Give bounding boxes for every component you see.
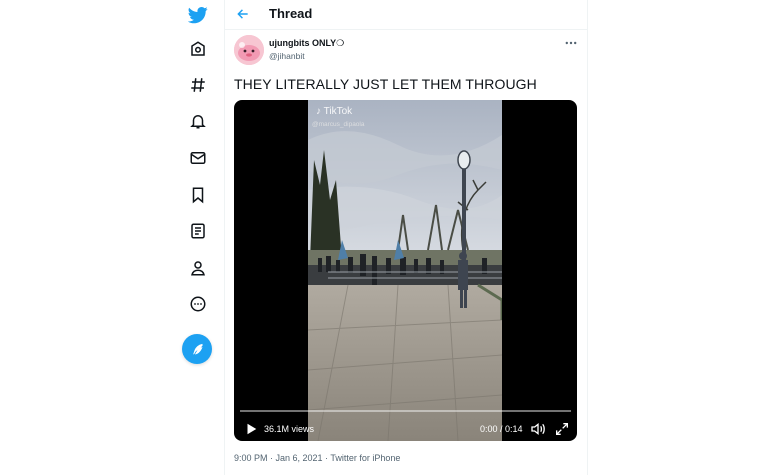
column-divider-right	[587, 0, 588, 475]
thread-header: Thread	[225, 0, 587, 30]
tiktok-note-icon: ♪	[316, 106, 321, 117]
sidebar-nav	[178, 0, 218, 475]
volume-icon[interactable]	[530, 421, 546, 437]
tiktok-watermark: ♪ TikTok	[316, 106, 352, 117]
author-handle[interactable]: @jihanbit	[269, 51, 305, 61]
avatar[interactable]	[234, 35, 264, 65]
tweet-text: THEY LITERALLY JUST LET THEM THROUGH	[234, 76, 537, 92]
home-icon[interactable]	[178, 34, 218, 64]
tweet-meta[interactable]: 9:00 PM · Jan 6, 2021 · Twitter for iPho…	[234, 453, 400, 463]
messages-icon[interactable]	[178, 143, 218, 173]
explore-icon[interactable]	[178, 70, 218, 100]
video-progress-bar[interactable]	[240, 410, 571, 412]
ellipsis-icon	[565, 41, 577, 45]
more-icon[interactable]	[178, 289, 218, 319]
profile-icon[interactable]	[178, 253, 218, 283]
view-count: 36.1M views	[264, 424, 315, 434]
arrow-left-icon	[237, 9, 248, 19]
back-button[interactable]	[233, 5, 253, 23]
video-player[interactable]: ♪ TikTok @marcus_dipaola 36.1M views 0:0…	[234, 100, 577, 441]
notifications-icon[interactable]	[178, 106, 218, 136]
tiktok-handle: @marcus_dipaola	[312, 121, 365, 128]
tweet-more-button[interactable]	[561, 37, 581, 49]
column-divider-left	[224, 0, 225, 475]
avatar-image	[234, 35, 264, 65]
feather-icon	[192, 343, 202, 354]
tiktok-brand: TikTok	[323, 106, 353, 117]
author-name[interactable]: ujungbits ONLY❍	[269, 38, 344, 49]
bookmarks-icon[interactable]	[178, 180, 218, 210]
compose-tweet-button[interactable]	[182, 334, 212, 364]
lists-icon[interactable]	[178, 216, 218, 246]
page-title: Thread	[269, 6, 313, 21]
twitter-logo-icon[interactable]	[178, 0, 218, 30]
fullscreen-icon[interactable]	[554, 421, 570, 437]
play-icon[interactable]	[244, 422, 258, 436]
video-frame	[308, 100, 502, 441]
video-time: 0:00 / 0:14	[480, 424, 523, 434]
